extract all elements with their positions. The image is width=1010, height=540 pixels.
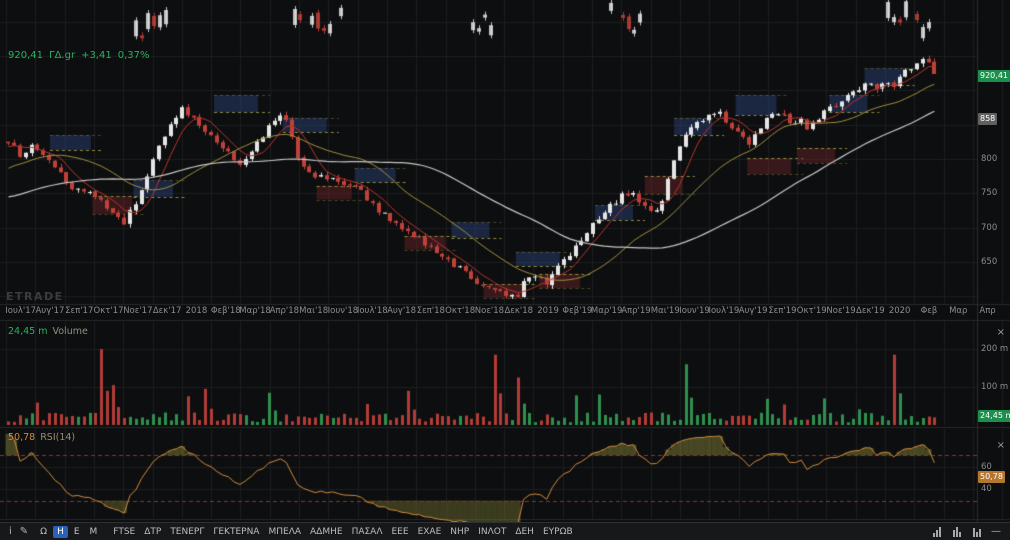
volume-bars-icon[interactable] (933, 526, 941, 537)
chart-canvas[interactable] (0, 0, 1010, 522)
ma-value-badge: 858 (978, 113, 998, 126)
symbol-name: ΓΔ.gr (49, 50, 76, 61)
rsi-tick-label: 40 (981, 484, 992, 495)
rsi-indicator-label: RSI(14) (40, 432, 76, 443)
symbol-button-ΕΕΕ[interactable]: ΕΕΕ (389, 526, 412, 538)
trading-chart-app: 920,41 ΓΔ.gr +3,41 0,37% 24,45 m Volume … (0, 0, 1010, 540)
time-axis: Ιουλ'17 Αυγ'17 Σεπ'17 Οκτ'17 Νοε'17 Δεκ'17 201… (0, 306, 1010, 320)
volume-indicator-label: Volume (52, 326, 88, 337)
price-tick-label: 750 (981, 188, 998, 199)
change-percent: 0,37% (117, 50, 150, 61)
price-tick-label: 700 (981, 222, 998, 233)
symbol-legend: 920,41 ΓΔ.gr +3,41 0,37% (8, 50, 150, 61)
symbol-button-ΑΔΜΗΕ[interactable]: ΑΔΜΗΕ (307, 526, 346, 538)
timeframe-button-Ε[interactable]: Ε (70, 526, 84, 538)
timeframe-button-Η[interactable]: Η (53, 525, 68, 538)
symbol-button-ΓΕΚΤΕΡΝΑ[interactable]: ΓΕΚΤΕΡΝΑ (210, 526, 262, 538)
symbol-shortcuts-group: FTSE ΔΤΡ ΤΕΝΕΡΓ ΓΕΚΤΕΡΝΑ ΜΠΕΛΑ ΑΔΜΗΕ ΠΑΣΑΛ ΕΕΕ Ε… (110, 526, 575, 538)
volume-tick-label: 200 m (981, 344, 1009, 354)
last-price-badge: 920,41 (978, 70, 1010, 83)
volume-legend: 24,45 m Volume (8, 326, 88, 337)
time-axis-label: Απρ (979, 306, 996, 316)
symbol-button-ΔΤΡ[interactable]: ΔΤΡ (141, 526, 164, 538)
change-value: +3,41 (81, 50, 112, 61)
symbol-button-ΕΥΡΩΒ[interactable]: ΕΥΡΩΒ (540, 526, 576, 538)
drawing-tools-group: i ✎ (6, 526, 31, 537)
symbol-button-ΤΕΝΕΡΓ[interactable]: ΤΕΝΕΡΓ (167, 526, 207, 538)
timeframe-button-Ω[interactable]: Ω (36, 526, 51, 538)
last-price-value: 920,41 (8, 50, 43, 61)
price-axis: 800 750 700 650 920,41 858 200 m 100 m 24,45 m × 6… (977, 0, 1010, 522)
symbol-button-ΙΝΛΟΤ[interactable]: ΙΝΛΟΤ (475, 526, 509, 538)
symbol-button-ΠΑΣΑΛ[interactable]: ΠΑΣΑΛ (349, 526, 386, 538)
symbol-button-ΝΗΡ[interactable]: ΝΗΡ (447, 526, 472, 538)
price-tick-label: 650 (981, 257, 998, 268)
rsi-value: 50,78 (8, 432, 36, 443)
rsi-pane-close-icon[interactable]: × (997, 441, 1005, 451)
volume-value: 24,45 m (8, 326, 48, 337)
bottom-toolbar: i ✎ ΩΗΕΜ FTSE ΔΤΡ ΤΕΝΕΡΓ ΓΕΚΤΕΡΝΑ ΜΠΕΛΑ ΑΔΜΗΕ Π… (0, 522, 1010, 540)
timeframe-group: ΩΗΕΜ (36, 525, 102, 538)
info-icon[interactable]: i (6, 526, 15, 537)
volume-tick-label: 100 m (981, 382, 1009, 392)
volume-value-badge: 24,45 m (978, 409, 1010, 422)
collapse-icon[interactable]: — (988, 526, 1004, 537)
symbol-button-FTSE[interactable]: FTSE (110, 526, 138, 538)
pencil-icon[interactable]: ✎ (17, 526, 31, 537)
timeframe-button-Μ[interactable]: Μ (86, 526, 102, 538)
symbol-button-ΕΧΑΕ[interactable]: ΕΧΑΕ (415, 526, 445, 538)
chart-style-group: — (928, 526, 1004, 537)
symbol-button-ΔΕΗ[interactable]: ΔΕΗ (512, 526, 537, 538)
platform-watermark: ETRADE (6, 290, 64, 303)
symbol-button-ΜΠΕΛΑ[interactable]: ΜΠΕΛΑ (265, 526, 304, 538)
candles-style-icon[interactable] (973, 526, 981, 537)
price-tick-label: 800 (981, 154, 998, 164)
rsi-value-badge: 50,78 (978, 471, 1005, 484)
histogram-icon[interactable] (953, 526, 961, 537)
rsi-legend: 50,78 RSI(14) (8, 432, 75, 443)
volume-pane-close-icon[interactable]: × (997, 328, 1005, 338)
